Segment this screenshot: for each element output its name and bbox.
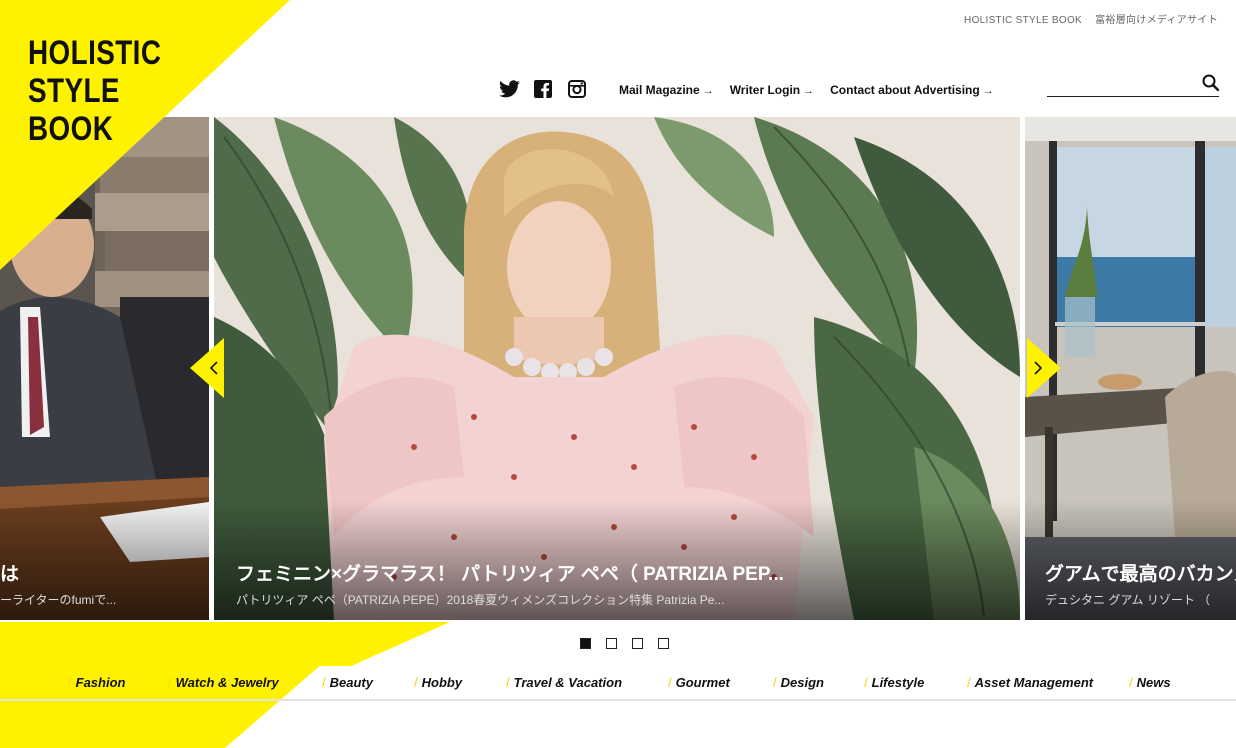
contact-advertising-link[interactable]: Contact about Advertising → — [830, 83, 994, 97]
category-news[interactable]: / News — [1129, 675, 1171, 690]
category-gourmet[interactable]: / Gourmet — [668, 675, 730, 690]
slide-current[interactable]: フェミニン×グラマラス！ パトリツィア ペペ（ PATRIZIA PEP... … — [214, 117, 1020, 620]
logo-line-3: BOOK — [28, 110, 114, 148]
category-hobby[interactable]: / Hobby — [414, 675, 462, 690]
tagline-jp: 富裕層向けメディアサイト — [1095, 15, 1218, 26]
contact-advertising-label: Contact about Advertising — [830, 83, 980, 97]
slider-dot-1[interactable] — [580, 638, 591, 649]
category-fashion[interactable]: / Fashion — [68, 675, 125, 690]
slide-previous-title: は — [0, 564, 20, 585]
search-box — [1047, 73, 1220, 97]
category-label: Beauty — [329, 675, 373, 690]
slide-current-title: フェミニン×グラマラス！ パトリツィア ペペ（ PATRIZIA PEP... — [236, 564, 784, 585]
search-input[interactable] — [1047, 73, 1197, 95]
category-watch-jewelry[interactable]: / Watch & Jewelry — [168, 675, 279, 690]
chevron-right-icon — [1034, 361, 1042, 375]
slide-next-title: グアムで最高のバカンス — [1045, 564, 1236, 585]
slide-next-subtitle: デュシタニ グアム リゾート （ — [1045, 593, 1211, 607]
category-label: Travel & Vacation — [513, 675, 623, 690]
chevron-left-icon — [210, 361, 218, 375]
category-label: Fashion — [75, 675, 126, 690]
category-label: News — [1136, 675, 1171, 690]
site-logo[interactable]: HOLISTIC STYLE BOOK — [28, 34, 161, 148]
category-travel-vacation[interactable]: / Travel & Vacation — [506, 675, 622, 690]
mail-magazine-label: Mail Magazine — [619, 83, 700, 97]
category-nav: / Fashion / Watch & Jewelry / Beauty / Hobby… — [0, 663, 1236, 701]
arrow-right-icon: → — [982, 85, 994, 97]
tagline-en: HOLISTIC STYLE BOOK — [964, 15, 1082, 26]
slider-dot-3[interactable] — [632, 638, 643, 649]
slide-current-subtitle: パトリツィア ペペ（PATRIZIA PEPE）2018春夏ウィメンズコレクショ… — [236, 593, 725, 607]
category-label: Lifestyle — [871, 675, 925, 690]
writer-login-link[interactable]: Writer Login → — [730, 83, 814, 97]
category-beauty[interactable]: / Beauty — [322, 675, 373, 690]
category-label: Asset Management — [974, 675, 1094, 690]
category-label: Design — [780, 675, 824, 690]
mail-magazine-link[interactable]: Mail Magazine → — [619, 83, 714, 97]
category-lifestyle[interactable]: / Lifestyle — [864, 675, 924, 690]
arrow-right-icon: → — [803, 85, 815, 97]
slider-dot-4[interactable] — [658, 638, 669, 649]
social-links — [498, 79, 588, 99]
facebook-icon[interactable] — [532, 79, 554, 99]
logo-line-2: STYLE — [28, 72, 120, 110]
category-label: Watch & Jewelry — [175, 675, 279, 690]
slider-dot-2[interactable] — [606, 638, 617, 649]
site-tagline: HOLISTIC STYLE BOOK 富裕層向けメディアサイト — [964, 11, 1218, 26]
slide-previous-subtitle: ーライターのfumiで... — [0, 593, 117, 607]
search-icon[interactable] — [1202, 74, 1220, 96]
category-asset-management[interactable]: / Asset Management — [967, 675, 1093, 690]
category-label: Hobby — [421, 675, 463, 690]
category-design[interactable]: / Design — [773, 675, 824, 690]
arrow-right-icon: → — [702, 85, 714, 97]
instagram-icon[interactable] — [566, 79, 588, 99]
header-nav: Mail Magazine → Writer Login → Contact abo… — [619, 83, 1010, 97]
writer-login-label: Writer Login — [729, 83, 801, 97]
category-label: Gourmet — [675, 675, 730, 690]
logo-line-1: HOLISTIC — [28, 34, 162, 72]
twitter-icon[interactable] — [498, 79, 520, 99]
slider-pagination — [580, 638, 669, 649]
